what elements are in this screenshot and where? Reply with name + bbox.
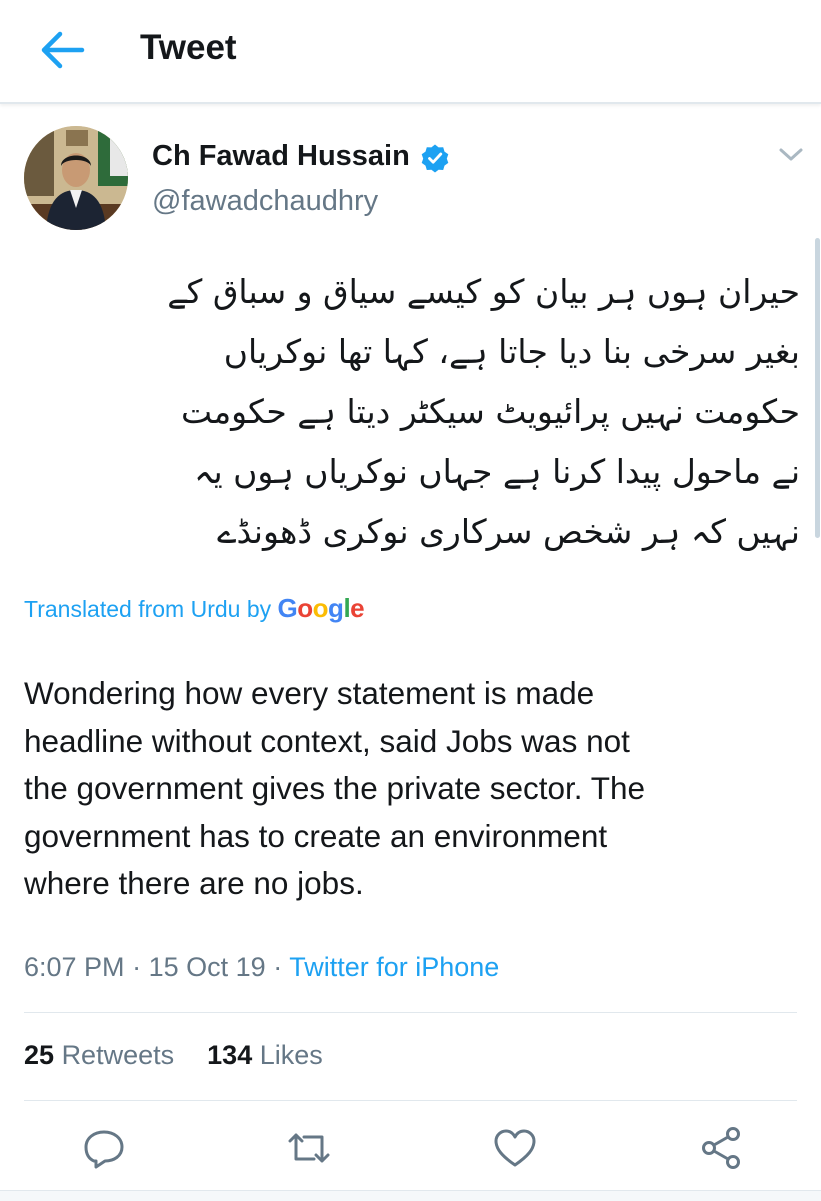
retweets-count: 25 — [24, 1040, 55, 1070]
like-button[interactable] — [490, 1125, 540, 1171]
chevron-down-icon — [779, 148, 803, 161]
verified-badge-icon — [421, 144, 449, 173]
top-bar: Tweet — [0, 0, 821, 104]
tweet-time: 6:07 PM — [24, 952, 125, 982]
reply-icon — [84, 1130, 124, 1169]
translation-line: the government gives the private sector.… — [24, 770, 646, 806]
translation-label: Translated from Urdu by — [24, 596, 272, 622]
translation-line: Wondering how every statement is made — [24, 675, 595, 711]
tweet-source-link[interactable]: Twitter for iPhone — [289, 952, 499, 982]
divider — [24, 1012, 797, 1013]
tweet-text-urdu: حیران ہوں ہر بیان کو کیسے سیاق و سباق کے… — [24, 262, 800, 562]
tweet-meta: 6:07 PM · 15 Oct 19 · Twitter for iPhone — [24, 952, 499, 983]
more-options-button[interactable] — [776, 142, 806, 168]
retweet-button[interactable] — [284, 1125, 334, 1171]
author-name[interactable]: Ch Fawad Hussain — [152, 140, 410, 173]
urdu-line: حیران ہوں ہر بیان کو کیسے سیاق و سباق کے — [167, 272, 800, 311]
page-title: Tweet — [140, 28, 237, 67]
google-letter: g — [328, 593, 344, 623]
urdu-line: نے ماحول پیدا کرنا ہے جہاں نوکریاں ہوں ی… — [194, 452, 800, 491]
share-icon — [702, 1127, 740, 1169]
translation-attribution[interactable]: Translated from Urdu by Google — [24, 593, 365, 624]
scroll-indicator — [815, 238, 820, 538]
avatar-photo — [24, 126, 128, 230]
likes-label: Likes — [259, 1040, 323, 1070]
share-button[interactable] — [697, 1125, 747, 1171]
urdu-line: بغیر سرخی بنا دیا جاتا ہے، کہا تھا نوکری… — [223, 332, 800, 371]
meta-separator: · — [132, 952, 142, 982]
google-letter: o — [312, 593, 329, 623]
bottom-border — [0, 1190, 821, 1201]
google-logo: Google — [278, 593, 365, 623]
tweet-text-translation: Wondering how every statement is made he… — [24, 670, 794, 908]
meta-separator: · — [273, 952, 283, 982]
translation-line: government has to create an environment — [24, 817, 608, 854]
retweet-icon — [288, 1133, 330, 1163]
retweets-label: Retweets — [61, 1040, 175, 1070]
tweet-date: 15 Oct 19 — [148, 952, 266, 982]
retweets-stat[interactable]: 25 Retweets — [24, 1040, 174, 1070]
google-letter: G — [277, 593, 298, 623]
reply-button[interactable] — [79, 1125, 129, 1171]
likes-count: 134 — [207, 1040, 253, 1070]
google-letter: e — [350, 593, 365, 623]
avatar[interactable] — [24, 126, 128, 230]
urdu-line: حکومت نہیں پرائیویٹ سیکٹر دیتا ہے حکومت — [181, 392, 800, 431]
author-handle[interactable]: @fawadchaudhry — [152, 185, 378, 218]
divider — [24, 1100, 797, 1101]
back-arrow-icon — [41, 31, 85, 69]
tweet-stats: 25 Retweets 134 Likes — [24, 1040, 323, 1071]
back-button[interactable] — [38, 28, 86, 72]
likes-stat[interactable]: 134 Likes — [207, 1040, 323, 1070]
google-letter: o — [297, 593, 313, 623]
urdu-line: نہیں کہ ہر شخص سرکاری نوکری ڈھونڈے — [217, 512, 800, 551]
translation-line: where there are no jobs. — [24, 865, 364, 901]
translation-line: headline without context, said Jobs was … — [24, 722, 630, 759]
like-icon — [494, 1129, 536, 1167]
